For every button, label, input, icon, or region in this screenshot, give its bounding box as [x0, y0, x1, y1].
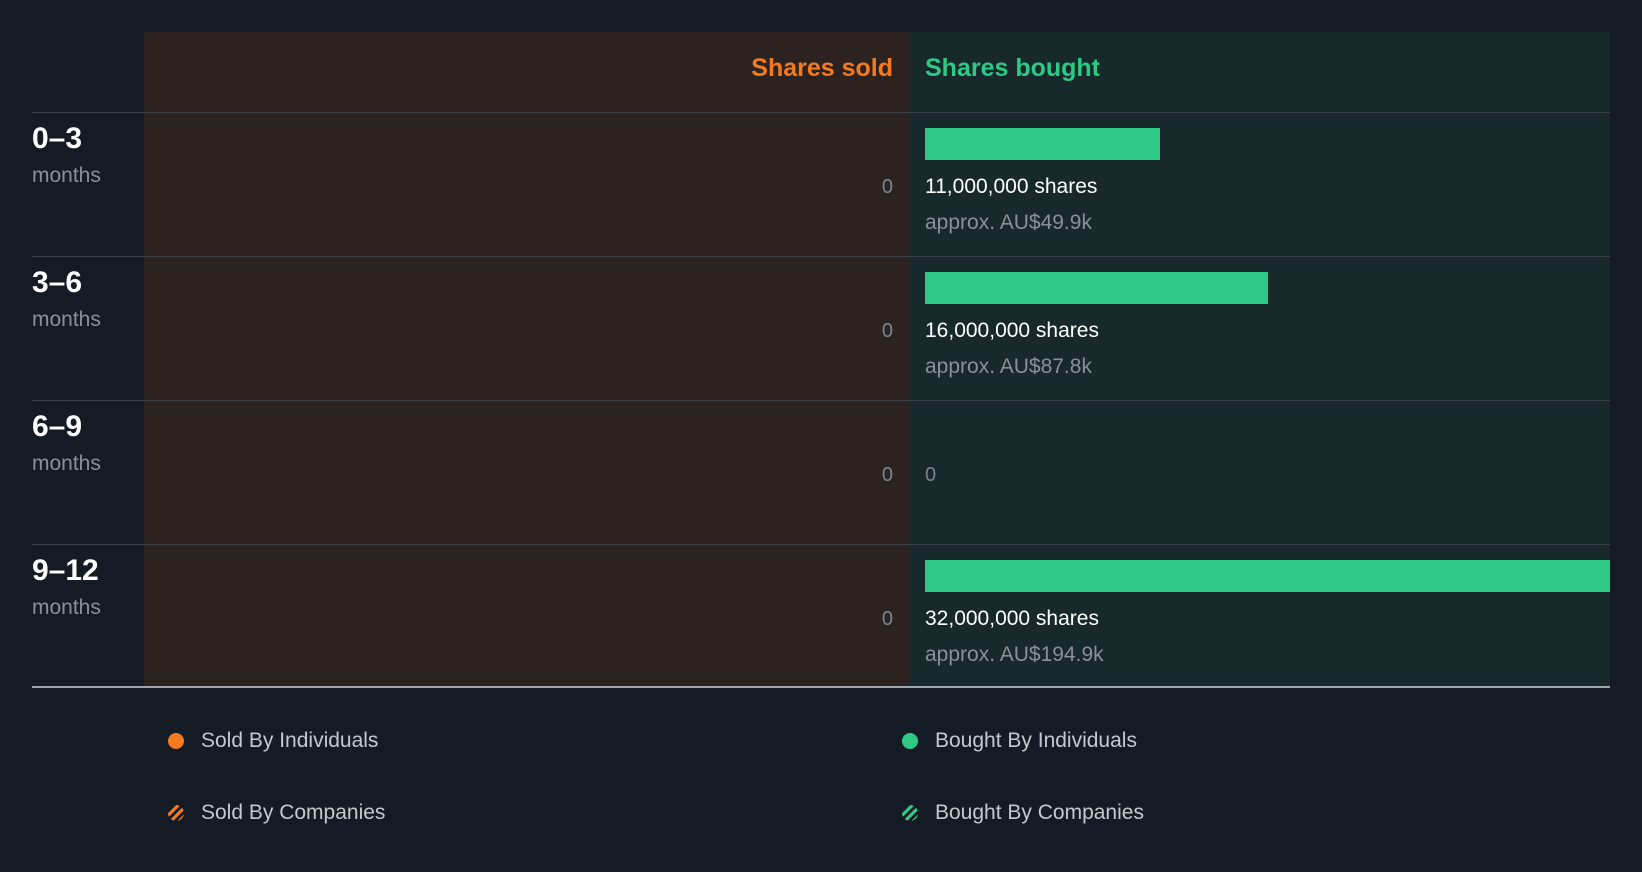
legend-item[interactable]: Bought By Companies [902, 801, 1144, 825]
row-divider [32, 544, 1610, 545]
period-label: 6–9 months [32, 410, 101, 476]
period-range: 6–9 [32, 410, 83, 443]
row-divider [32, 112, 1610, 113]
period-unit: months [32, 452, 101, 475]
bought-shares-label: 16,000,000 shares [925, 319, 1099, 342]
row-divider [32, 256, 1610, 257]
bought-bar [925, 128, 1160, 160]
sold-value: 0 [881, 608, 893, 630]
period-label: 9–12 months [32, 554, 101, 620]
period-range: 3–6 [32, 266, 83, 299]
legend-label: Bought By Individuals [935, 729, 1137, 752]
legend-label: Sold By Individuals [201, 729, 379, 752]
legend-dot-icon [168, 733, 184, 749]
period-range: 0–3 [32, 122, 83, 155]
period-label: 0–3 months [32, 122, 101, 188]
period-range: 9–12 [32, 554, 99, 587]
legend-striped-icon [902, 805, 918, 821]
period-unit: months [32, 164, 101, 187]
legend-item[interactable]: Bought By Individuals [902, 729, 1137, 753]
period-unit: months [32, 596, 101, 619]
sold-value: 0 [881, 320, 893, 342]
sold-value: 0 [881, 176, 893, 198]
shares-bought-header: Shares bought [925, 54, 1101, 82]
bought-approx-value: approx. AU$87.8k [925, 355, 1092, 378]
sold-column-background [144, 32, 909, 687]
bought-shares-label: 11,000,000 shares [925, 175, 1098, 198]
legend-striped-icon [168, 805, 184, 821]
legend-label: Bought By Companies [935, 801, 1144, 824]
bought-approx-value: approx. AU$194.9k [925, 643, 1104, 666]
bought-value: 0 [925, 464, 937, 486]
period-label: 3–6 months [32, 266, 101, 332]
period-unit: months [32, 308, 101, 331]
legend-label: Sold By Companies [201, 801, 386, 824]
sold-value: 0 [881, 464, 893, 486]
bought-shares-label: 32,000,000 shares [925, 607, 1099, 630]
chart-baseline [32, 686, 1610, 688]
legend-item[interactable]: Sold By Individuals [168, 729, 378, 753]
insider-trading-chart: Shares sold Shares bought 0–3 months 0 11,0… [0, 0, 1642, 700]
bought-bar [925, 560, 1610, 592]
shares-sold-header: Shares sold [751, 54, 893, 82]
bought-approx-value: approx. AU$49.9k [925, 211, 1092, 234]
bought-bar [925, 272, 1268, 304]
legend-item[interactable]: Sold By Companies [168, 801, 385, 825]
legend-dot-icon [902, 733, 918, 749]
row-divider [32, 400, 1610, 401]
